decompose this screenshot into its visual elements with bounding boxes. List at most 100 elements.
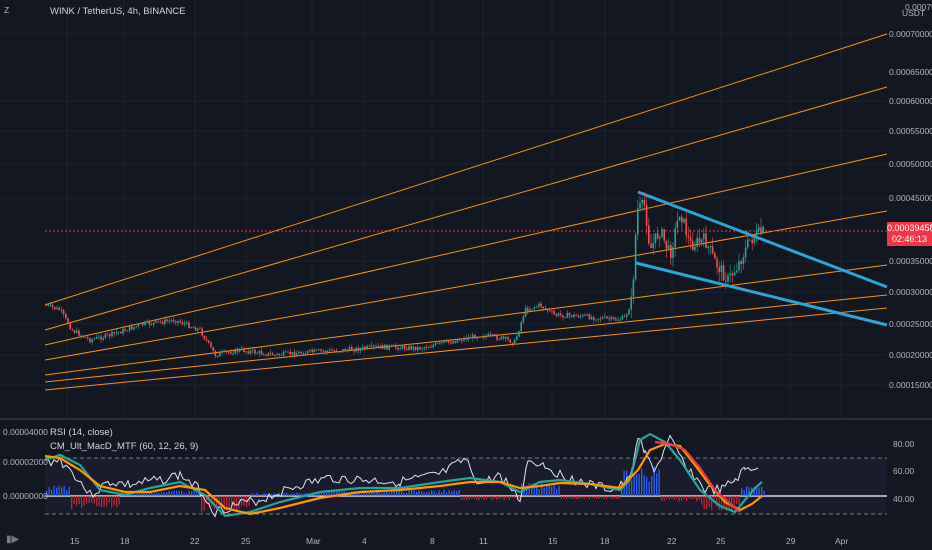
histogram-bar [671,496,673,499]
candle-body [573,314,575,317]
histogram-bar [686,496,688,502]
histogram-bar [448,490,450,496]
histogram-bar [408,489,410,496]
histogram-bar [478,496,480,501]
wedge-lines[interactable] [635,190,888,327]
candle-body [142,323,144,326]
candle-body [304,353,307,355]
candle-body [135,326,137,328]
time-label: 22 [190,536,200,546]
histogram-bar [758,487,760,496]
candle-body [430,347,432,348]
candle-body [612,317,615,319]
candle-body [527,307,529,312]
candle-body [434,343,437,346]
candle-body [388,345,390,350]
candle-body [509,339,511,343]
candle-body [689,237,692,242]
time-label: 18 [600,536,610,546]
indicator-pane[interactable] [0,420,932,530]
candle-body [49,304,52,306]
histogram-bar [286,492,288,496]
candle-body [219,352,221,357]
candle-body [645,205,648,226]
candle-body [71,329,74,331]
candle-body [192,327,195,329]
candle-body [410,346,412,350]
histogram-bar [608,496,610,498]
candle-body [465,338,467,340]
candle-body [436,343,439,344]
histogram-bar [101,496,103,508]
candle-body [370,345,373,347]
candle-body [216,356,219,357]
price-chart[interactable] [0,0,932,418]
histogram-bar [161,492,163,496]
candle-body [252,349,254,351]
candle-body [249,350,252,354]
histogram-bar [501,496,503,499]
price-label: 0.00025000 [889,319,932,329]
price-label: 0.00050000 [889,159,932,169]
candle-body [502,336,505,339]
candle-body [377,346,379,347]
histogram-bar [566,496,568,500]
candle-body [106,333,109,335]
histogram-bar [656,473,658,496]
histogram-bar [173,490,175,496]
symbol-title[interactable]: WINK / TetherUS, 4h, BINANCE [50,6,186,17]
candle-body [619,319,621,321]
candle-body [623,316,626,317]
histogram-bar [658,469,660,496]
candle-body [168,320,170,322]
time-axis[interactable]: 15 18 22 25 Mar 4 8 11 15 18 22 25 29 Ap… [0,530,932,550]
candle-body [91,339,93,343]
histogram-bar [561,496,563,500]
candle-body [524,307,527,317]
candle-body [487,334,489,336]
candle-body [188,322,190,329]
candle-body [161,321,164,324]
histogram-bar [446,492,448,496]
histogram-bar [63,485,65,496]
histogram-bar [413,490,415,496]
candle-body [469,337,472,339]
candle-body [586,314,588,316]
histogram-bar [328,492,330,496]
candle-body [692,241,694,250]
price-axis[interactable]: 0.00070000 0.00065000 0.00060000 0.00055… [887,0,932,418]
current-price-value: 0.00039458 [887,223,932,233]
candle-body [557,313,560,316]
candle-body [203,335,206,339]
histogram-bar [691,496,693,500]
histogram-bar [103,496,105,507]
histogram-bar [591,496,593,498]
candle-body [621,316,624,320]
candle-body [568,313,571,316]
histogram-bar [746,486,748,496]
histogram-bar [546,485,548,496]
candle-body [256,353,258,354]
candle-body [56,307,58,310]
rsi-legend[interactable]: RSI (14, close) [50,427,113,438]
histogram-bar [693,496,695,499]
candle-body [309,349,311,351]
candle-body [340,351,342,353]
histogram-bar [236,496,238,510]
tv-logo-icon[interactable]: Z [4,5,9,15]
candle-body [560,313,562,316]
candle-body [300,351,302,354]
candle-body [458,340,461,341]
candle-body [577,315,580,318]
macd-legend[interactable]: CM_Ult_MacD_MTF (60, 12, 26, 9) [50,441,198,452]
tradingview-logo-icon[interactable]: ▮▶ [6,534,19,545]
candle-body [137,324,140,327]
histogram-bar [186,493,188,496]
candle-body [73,330,76,333]
time-label: 4 [362,536,367,546]
histogram-bar [468,496,470,500]
candle-body [441,342,443,344]
candle-body [315,349,318,351]
candle-body [489,334,492,336]
histogram-bar [298,493,300,496]
